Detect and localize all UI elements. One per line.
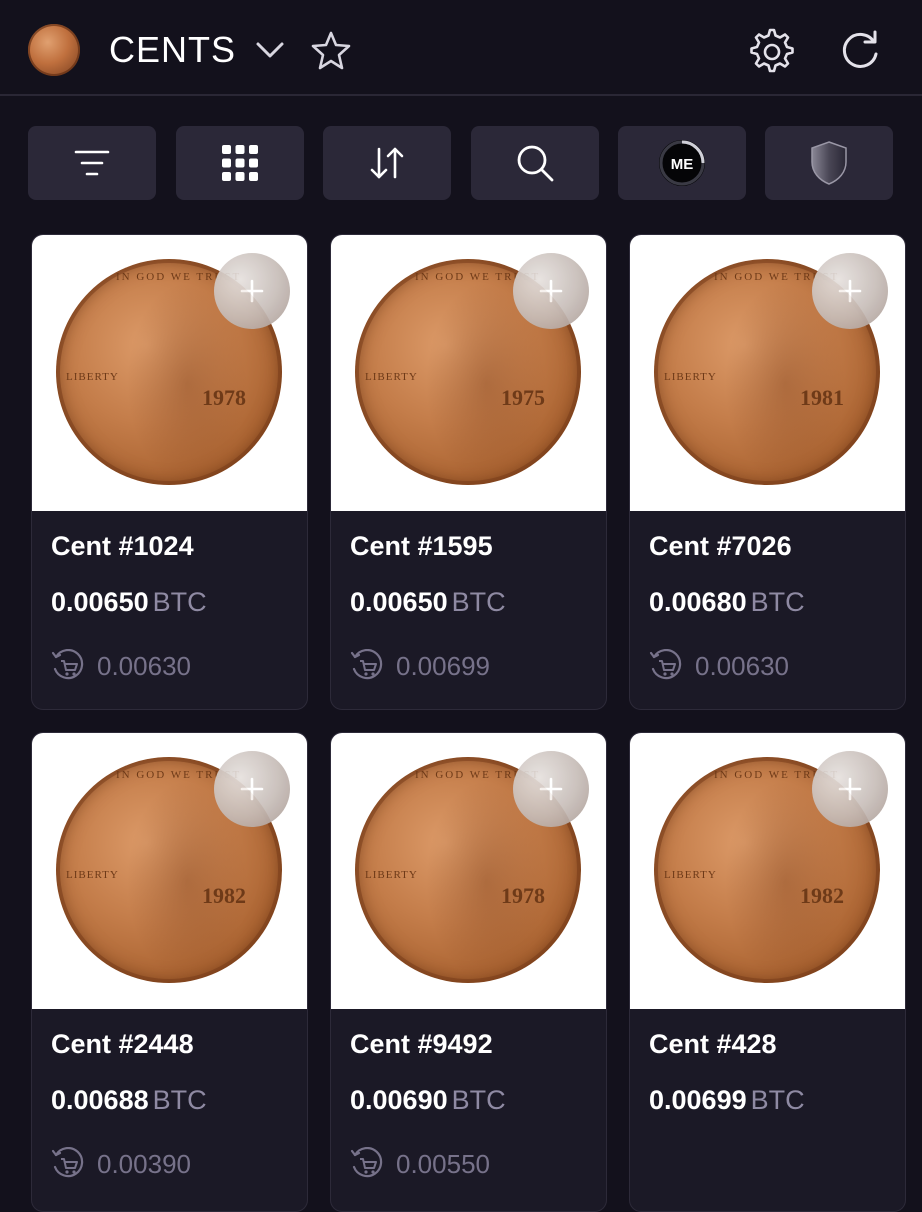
nft-card[interactable]: IN GOD WE TRUST LIBERTY 1982 Cent #2448 …	[31, 732, 308, 1212]
shield-icon	[809, 140, 849, 186]
plus-icon	[838, 279, 862, 303]
plus-icon	[240, 279, 264, 303]
nft-card[interactable]: IN GOD WE TRUST LIBERTY 1981 Cent #7026 …	[629, 234, 906, 710]
marketplace-button[interactable]: ME	[618, 126, 746, 200]
coin-image[interactable]: IN GOD WE TRUST LIBERTY 1975	[331, 235, 606, 511]
coin-year: 1978	[501, 883, 545, 908]
price-unit: BTC	[152, 587, 207, 617]
nft-card[interactable]: IN GOD WE TRUST LIBERTY 1982 Cent #428 0…	[629, 732, 906, 1212]
search-icon	[515, 143, 555, 183]
add-to-cart-button[interactable]	[812, 253, 888, 329]
coin-image[interactable]: IN GOD WE TRUST LIBERTY 1982	[32, 733, 307, 1009]
grid-icon	[220, 143, 260, 183]
nft-card[interactable]: IN GOD WE TRUST LIBERTY 1978 Cent #9492 …	[330, 732, 607, 1212]
coin-image[interactable]: IN GOD WE TRUST LIBERTY 1981	[630, 235, 905, 511]
price-row: 0.00650 BTC	[51, 587, 207, 618]
last-sale-value: 0.00390	[97, 1148, 191, 1179]
add-to-cart-button[interactable]	[214, 253, 290, 329]
search-button[interactable]	[471, 126, 599, 200]
price-row: 0.00680 BTC	[649, 587, 805, 618]
refresh-icon[interactable]	[836, 26, 884, 74]
filter-button[interactable]	[28, 126, 156, 200]
svg-text:ME: ME	[671, 156, 694, 173]
price-unit: BTC	[750, 587, 805, 617]
coin-year: 1982	[800, 883, 844, 908]
last-sale-value: 0.00630	[695, 650, 789, 681]
magic-eden-icon: ME	[658, 139, 706, 187]
coin-liberty: LIBERTY	[365, 371, 418, 383]
card-title: Cent #1024	[51, 531, 194, 561]
last-sale-value: 0.00630	[97, 650, 191, 681]
card-title: Cent #2448	[51, 1029, 194, 1059]
price-value: 0.00650	[51, 587, 149, 617]
price-unit: BTC	[750, 1085, 805, 1115]
coin-year: 1982	[202, 883, 246, 908]
coin-liberty: LIBERTY	[664, 869, 717, 881]
plus-icon	[838, 777, 862, 801]
last-sale-cart-icon	[51, 1147, 84, 1178]
add-to-cart-button[interactable]	[214, 751, 290, 827]
add-to-cart-button[interactable]	[513, 253, 589, 329]
add-to-cart-button[interactable]	[812, 751, 888, 827]
filter-icon	[74, 148, 110, 178]
last-sale-row: 0.00699	[350, 649, 490, 683]
last-sale-row: 0.00550	[350, 1147, 490, 1181]
last-sale-value: 0.00550	[396, 1148, 490, 1179]
price-row: 0.00688 BTC	[51, 1085, 207, 1116]
last-sale-cart-icon	[51, 649, 84, 680]
price-unit: BTC	[451, 1085, 506, 1115]
gear-icon[interactable]	[746, 26, 794, 74]
chevron-down-icon[interactable]	[254, 36, 286, 64]
nft-card[interactable]: IN GOD WE TRUST LIBERTY 1978 Cent #1024 …	[31, 234, 308, 710]
coin-liberty: LIBERTY	[664, 371, 717, 383]
last-sale-row: 0.00630	[51, 649, 191, 683]
favorite-star-icon[interactable]	[310, 30, 352, 72]
last-sale-row: 0.00630	[649, 649, 789, 683]
sort-icon	[367, 143, 407, 183]
coin-year: 1978	[202, 385, 246, 410]
last-sale-value: 0.00699	[396, 650, 490, 681]
price-value: 0.00690	[350, 1085, 448, 1115]
coin-image[interactable]: IN GOD WE TRUST LIBERTY 1982	[630, 733, 905, 1009]
last-sale-cart-icon	[350, 1147, 383, 1178]
card-title: Cent #9492	[350, 1029, 493, 1059]
coin-year: 1975	[501, 385, 545, 410]
price-row: 0.00650 BTC	[350, 587, 506, 618]
coin-image[interactable]: IN GOD WE TRUST LIBERTY 1978	[331, 733, 606, 1009]
price-value: 0.00688	[51, 1085, 149, 1115]
price-row: 0.00690 BTC	[350, 1085, 506, 1116]
price-row: 0.00699 BTC	[649, 1085, 805, 1116]
coin-liberty: LIBERTY	[365, 869, 418, 881]
sort-button[interactable]	[323, 126, 451, 200]
last-sale-cart-icon	[649, 649, 682, 680]
grid-view-button[interactable]	[176, 126, 304, 200]
collection-avatar[interactable]	[28, 24, 80, 76]
coin-liberty: LIBERTY	[66, 371, 119, 383]
plus-icon	[240, 777, 264, 801]
coin-image[interactable]: IN GOD WE TRUST LIBERTY 1978	[32, 235, 307, 511]
card-title: Cent #7026	[649, 531, 792, 561]
add-to-cart-button[interactable]	[513, 751, 589, 827]
last-sale-row: 0.00390	[51, 1147, 191, 1181]
coin-year: 1981	[800, 385, 844, 410]
price-value: 0.00699	[649, 1085, 747, 1115]
nft-card[interactable]: IN GOD WE TRUST LIBERTY 1975 Cent #1595 …	[330, 234, 607, 710]
last-sale-cart-icon	[350, 649, 383, 680]
collection-title[interactable]: CENTS	[109, 30, 236, 70]
coin-liberty: LIBERTY	[66, 869, 119, 881]
price-unit: BTC	[152, 1085, 207, 1115]
price-unit: BTC	[451, 587, 506, 617]
card-title: Cent #428	[649, 1029, 777, 1059]
collection-header: CENTS	[0, 0, 922, 96]
plus-icon	[539, 777, 563, 801]
verified-filter-button[interactable]	[765, 126, 893, 200]
card-title: Cent #1595	[350, 531, 493, 561]
price-value: 0.00650	[350, 587, 448, 617]
plus-icon	[539, 279, 563, 303]
price-value: 0.00680	[649, 587, 747, 617]
